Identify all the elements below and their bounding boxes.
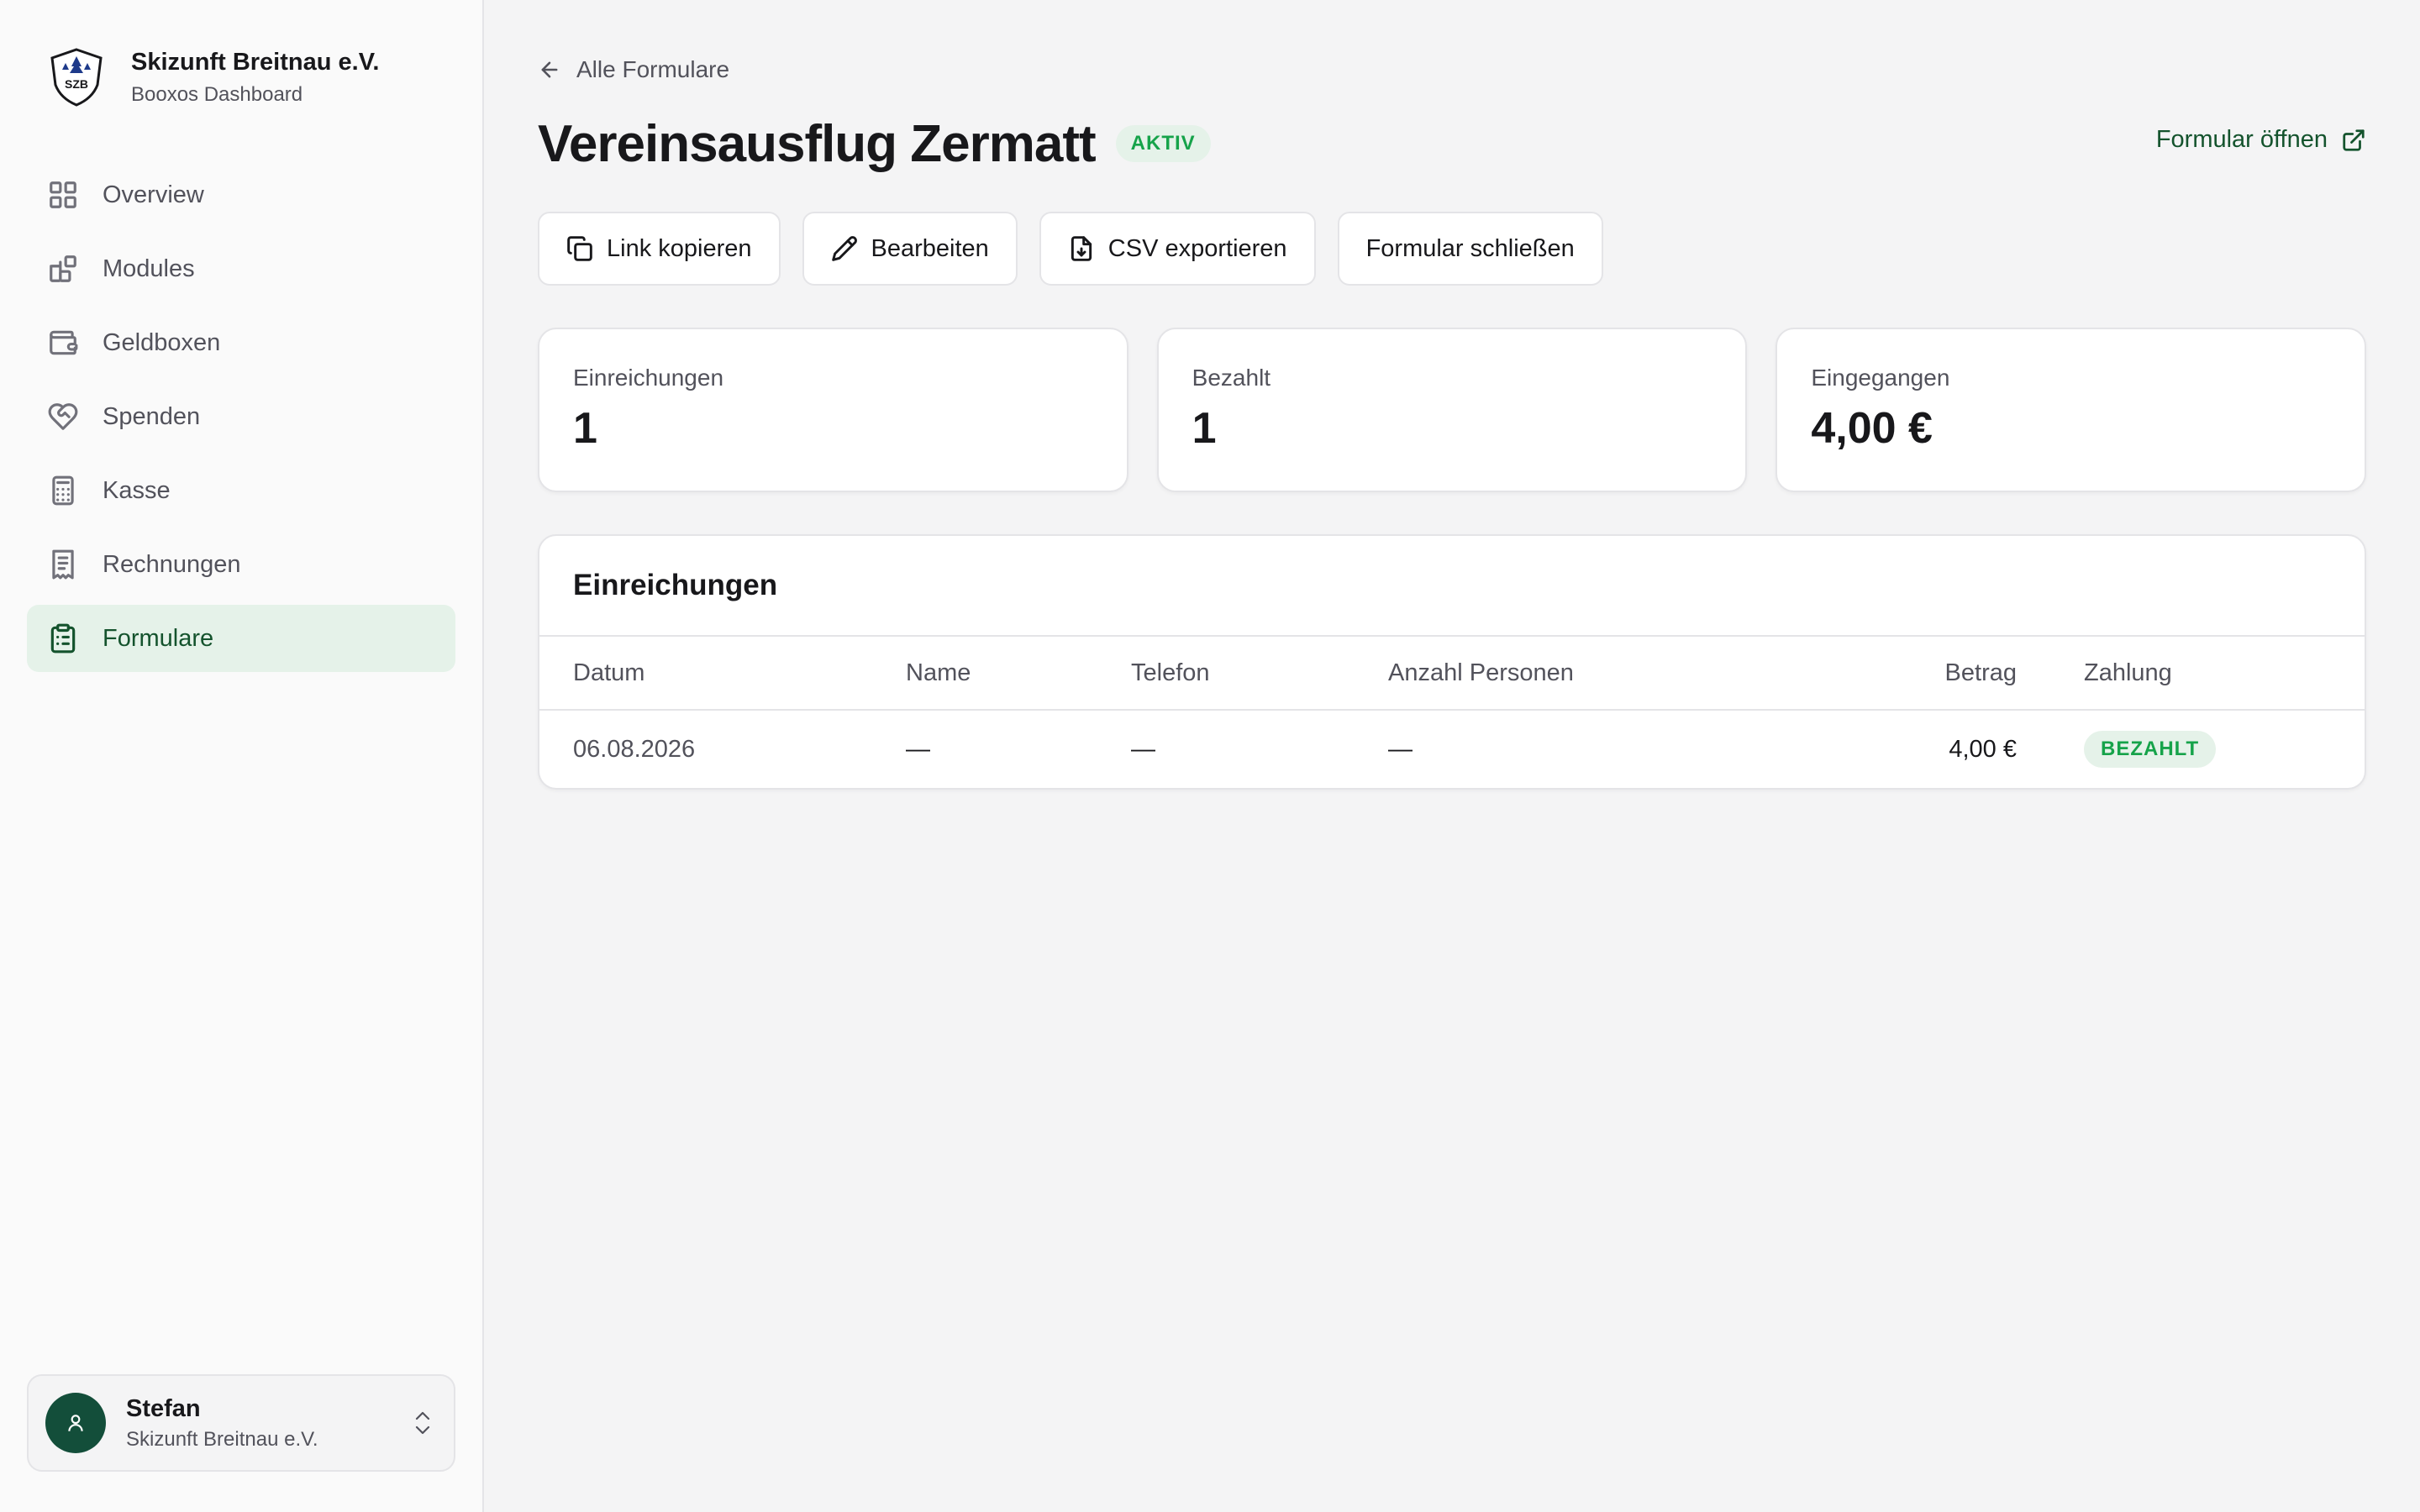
sidebar-item-modules[interactable]: Modules bbox=[27, 235, 455, 302]
status-badge: AKTIV bbox=[1115, 125, 1211, 162]
sidebar-item-label: Overview bbox=[103, 181, 204, 208]
file-download-icon bbox=[1071, 236, 1092, 261]
clipboard-list-icon bbox=[47, 622, 79, 654]
sidebar-item-label: Geldboxen bbox=[103, 328, 221, 356]
cell-date: 06.08.2026 bbox=[573, 735, 696, 763]
back-label: Alle Formulare bbox=[576, 56, 730, 82]
sidebar-item-label: Spenden bbox=[103, 402, 201, 430]
export-csv-label: CSV exportieren bbox=[1107, 234, 1287, 262]
open-form-link[interactable]: Formular öffnen bbox=[2156, 126, 2366, 154]
user-name: Stefan bbox=[126, 1394, 201, 1422]
copy-link-button[interactable]: Link kopieren bbox=[538, 212, 781, 286]
cell-persons: — bbox=[1388, 735, 1413, 763]
receipt-icon bbox=[47, 549, 79, 580]
copy-link-label: Link kopieren bbox=[607, 234, 752, 262]
modules-icon bbox=[47, 253, 79, 285]
sidebar-item-overview[interactable]: Overview bbox=[27, 161, 455, 228]
cell-amount: 4,00 € bbox=[1949, 735, 2017, 763]
club-logo-icon: SZB bbox=[50, 48, 103, 107]
edit-button[interactable]: Bearbeiten bbox=[802, 212, 1018, 286]
brand-name: Skizunft Breitnau e.V. bbox=[131, 48, 380, 76]
column-header-persons[interactable]: Anzahl Personen bbox=[1388, 659, 1876, 687]
main-content: Alle Formulare Vereinsausflug Zermatt AK… bbox=[484, 0, 2420, 1512]
user-icon bbox=[68, 1415, 83, 1431]
avatar bbox=[45, 1393, 106, 1453]
stat-label: Einreichungen bbox=[573, 365, 724, 391]
grid-icon bbox=[47, 179, 79, 211]
copy-icon bbox=[567, 236, 592, 261]
wallet-icon bbox=[47, 327, 79, 359]
external-link-icon bbox=[2343, 129, 2365, 151]
cell-name: — bbox=[906, 735, 930, 763]
sidebar-nav: Overview Modules Geldboxen Spenden Kasse… bbox=[27, 161, 455, 672]
page-title: Vereinsausflug Zermatt bbox=[538, 114, 1097, 173]
close-form-label: Formular schließen bbox=[1365, 234, 1575, 262]
payment-status-badge: BEZAHLT bbox=[2084, 731, 2217, 768]
user-org: Skizunft Breitnau e.V. bbox=[126, 1427, 318, 1451]
submissions-table: Einreichungen Datum Name Telefon Anzahl … bbox=[538, 534, 2366, 790]
stat-label: Bezahlt bbox=[1192, 365, 1271, 391]
sidebar-item-geldboxen[interactable]: Geldboxen bbox=[27, 309, 455, 376]
sidebar-item-kasse[interactable]: Kasse bbox=[27, 457, 455, 524]
arrow-left-icon bbox=[541, 61, 558, 78]
column-header-date[interactable]: Datum bbox=[573, 659, 906, 687]
chevrons-up-down-icon bbox=[412, 1408, 434, 1438]
stat-value: 4,00 € bbox=[1811, 404, 1933, 453]
user-menu[interactable]: Stefan Skizunft Breitnau e.V. bbox=[27, 1374, 455, 1472]
column-header-payment[interactable]: Zahlung bbox=[2017, 659, 2185, 687]
column-header-amount[interactable]: Betrag bbox=[1876, 659, 2017, 687]
stat-card-submissions: Einreichungen 1 bbox=[538, 328, 1128, 492]
sidebar-item-spenden[interactable]: Spenden bbox=[27, 383, 455, 450]
brand-subtitle: Booxos Dashboard bbox=[131, 82, 303, 106]
column-header-phone[interactable]: Telefon bbox=[1131, 659, 1388, 687]
sidebar-item-rechnungen[interactable]: Rechnungen bbox=[27, 531, 455, 598]
heart-handshake-icon bbox=[47, 401, 79, 433]
action-bar: Link kopieren Bearbeiten CSV exportieren… bbox=[538, 212, 2366, 286]
pencil-icon bbox=[831, 236, 857, 261]
export-csv-button[interactable]: CSV exportieren bbox=[1039, 212, 1316, 286]
sidebar-item-label: Rechnungen bbox=[103, 550, 241, 578]
sidebar-item-label: Modules bbox=[103, 255, 195, 282]
calculator-icon bbox=[47, 475, 79, 507]
stat-value: 1 bbox=[1192, 404, 1217, 453]
stat-card-paid: Bezahlt 1 bbox=[1156, 328, 1748, 492]
cell-phone: — bbox=[1131, 735, 1155, 763]
table-title: Einreichungen bbox=[539, 536, 2365, 637]
column-header-name[interactable]: Name bbox=[906, 659, 1131, 687]
sidebar: SZB Skizunft Breitnau e.V. Booxos Dashbo… bbox=[0, 0, 484, 1512]
back-link[interactable]: Alle Formulare bbox=[538, 47, 2366, 92]
stat-value: 1 bbox=[573, 404, 597, 453]
sidebar-item-label: Kasse bbox=[103, 476, 171, 504]
sidebar-item-label: Formulare bbox=[103, 624, 214, 652]
stats-row: Einreichungen 1 Bezahlt 1 Eingegangen 4,… bbox=[538, 328, 2367, 492]
close-form-button[interactable]: Formular schließen bbox=[1337, 212, 1603, 286]
stat-label: Eingegangen bbox=[1811, 365, 1950, 391]
open-form-label: Formular öffnen bbox=[2155, 126, 2328, 153]
table-header-row: Datum Name Telefon Anzahl Personen Betra… bbox=[539, 637, 2365, 711]
sidebar-item-formulare[interactable]: Formulare bbox=[27, 605, 455, 672]
svg-text:SZB: SZB bbox=[65, 77, 88, 91]
stat-card-received: Eingegangen 4,00 € bbox=[1776, 328, 2367, 492]
brand[interactable]: SZB Skizunft Breitnau e.V. Booxos Dashbo… bbox=[27, 0, 455, 155]
table-row[interactable]: 06.08.2026 — — — 4,00 € BEZAHLT bbox=[539, 711, 2365, 788]
edit-label: Bearbeiten bbox=[871, 234, 989, 262]
